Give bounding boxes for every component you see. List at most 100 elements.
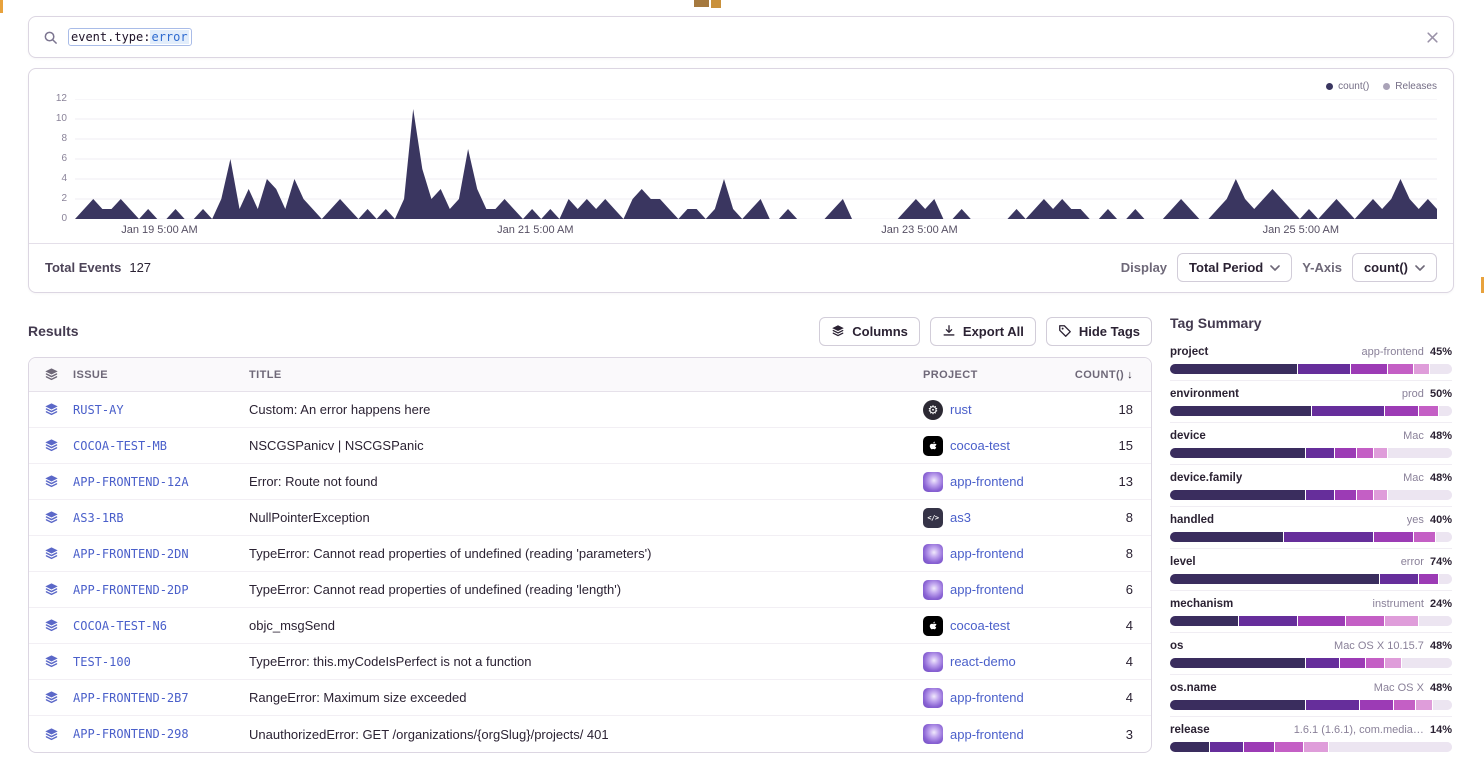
project-link[interactable]: cocoa-test: [950, 618, 1010, 633]
tag-distribution-bar[interactable]: [1170, 742, 1452, 752]
tag-segment[interactable]: [1170, 700, 1305, 710]
tag-distribution-bar[interactable]: [1170, 532, 1452, 542]
clear-search-icon[interactable]: [1426, 31, 1439, 44]
col-header-project[interactable]: PROJECT: [923, 369, 1055, 381]
project-link[interactable]: rust: [950, 402, 972, 417]
project-link[interactable]: app-frontend: [950, 727, 1024, 742]
tag-segment[interactable]: [1311, 406, 1384, 416]
issue-link[interactable]: APP-FRONTEND-298: [73, 727, 249, 741]
tag-segment[interactable]: [1305, 700, 1359, 710]
tag-segment[interactable]: [1170, 574, 1379, 584]
tag-segment[interactable]: [1365, 658, 1385, 668]
project-link[interactable]: app-frontend: [950, 690, 1024, 705]
issue-link[interactable]: APP-FRONTEND-2B7: [73, 691, 249, 705]
tag-segment[interactable]: [1373, 532, 1412, 542]
tag-segment[interactable]: [1334, 448, 1357, 458]
issue-link[interactable]: COCOA-TEST-N6: [73, 619, 249, 633]
col-header-issue[interactable]: ISSUE: [73, 369, 249, 381]
tag-segment[interactable]: [1356, 490, 1373, 500]
tag-distribution-bar[interactable]: [1170, 364, 1452, 374]
export-all-button[interactable]: Export All: [930, 317, 1036, 346]
project-link[interactable]: as3: [950, 510, 971, 525]
issue-link[interactable]: APP-FRONTEND-2DP: [73, 583, 249, 597]
tag-segment[interactable]: [1350, 364, 1387, 374]
yaxis-select[interactable]: count(): [1352, 253, 1437, 282]
issue-link[interactable]: TEST-100: [73, 655, 249, 669]
hide-tags-button[interactable]: Hide Tags: [1046, 317, 1152, 346]
tag-segment[interactable]: [1418, 574, 1438, 584]
tag-segment[interactable]: [1345, 616, 1384, 626]
tag-segment[interactable]: [1432, 700, 1452, 710]
tag-segment[interactable]: [1435, 532, 1452, 542]
columns-button[interactable]: Columns: [819, 317, 920, 346]
tag-segment[interactable]: [1384, 406, 1418, 416]
tag-segment[interactable]: [1170, 742, 1209, 752]
tag-segment[interactable]: [1418, 616, 1452, 626]
tag-segment[interactable]: [1283, 532, 1373, 542]
tag-segment[interactable]: [1297, 616, 1345, 626]
tag-segment[interactable]: [1170, 364, 1297, 374]
project-link[interactable]: app-frontend: [950, 474, 1024, 489]
tag-segment[interactable]: [1387, 490, 1452, 500]
tag-segment[interactable]: [1438, 574, 1452, 584]
tag-segment[interactable]: [1438, 406, 1452, 416]
tag-segment[interactable]: [1170, 406, 1311, 416]
tag-segment[interactable]: [1401, 658, 1452, 668]
tag-segment[interactable]: [1334, 490, 1357, 500]
tag-segment[interactable]: [1413, 364, 1430, 374]
tag-distribution-bar[interactable]: [1170, 406, 1452, 416]
tag-segment[interactable]: [1170, 532, 1283, 542]
tag-segment[interactable]: [1297, 364, 1351, 374]
tag-segment[interactable]: [1373, 490, 1387, 500]
tag-segment[interactable]: [1356, 448, 1373, 458]
tag-segment[interactable]: [1305, 490, 1333, 500]
project-link[interactable]: react-demo: [950, 654, 1016, 669]
project-link[interactable]: app-frontend: [950, 582, 1024, 597]
issue-link[interactable]: APP-FRONTEND-2DN: [73, 547, 249, 561]
issue-link[interactable]: RUST-AY: [73, 403, 249, 417]
tag-segment[interactable]: [1418, 406, 1438, 416]
tag-distribution-bar[interactable]: [1170, 700, 1452, 710]
tag-segment[interactable]: [1305, 658, 1339, 668]
tag-distribution-bar[interactable]: [1170, 448, 1452, 458]
tag-segment[interactable]: [1170, 658, 1305, 668]
tag-segment[interactable]: [1274, 742, 1302, 752]
tag-distribution-bar[interactable]: [1170, 574, 1452, 584]
tag-segment[interactable]: [1170, 448, 1305, 458]
tag-distribution-bar[interactable]: [1170, 658, 1452, 668]
tag-segment[interactable]: [1303, 742, 1328, 752]
tag-segment[interactable]: [1387, 364, 1412, 374]
col-header-title[interactable]: TITLE: [249, 369, 923, 381]
tag-segment[interactable]: [1339, 658, 1364, 668]
chart-plot[interactable]: [75, 99, 1437, 219]
tag-segment[interactable]: [1170, 616, 1238, 626]
legend-item[interactable]: count(): [1326, 79, 1369, 93]
col-header-count[interactable]: COUNT()↓: [1055, 369, 1151, 381]
tag-segment[interactable]: [1373, 448, 1387, 458]
tag-distribution-bar[interactable]: [1170, 616, 1452, 626]
search-query-token[interactable]: event.type:error: [68, 28, 192, 46]
search-bar[interactable]: event.type:error: [28, 16, 1454, 58]
tag-segment[interactable]: [1393, 700, 1416, 710]
tag-distribution-bar[interactable]: [1170, 490, 1452, 500]
display-select[interactable]: Total Period: [1177, 253, 1292, 282]
tag-segment[interactable]: [1387, 448, 1452, 458]
tag-segment[interactable]: [1209, 742, 1243, 752]
tag-segment[interactable]: [1413, 532, 1436, 542]
tag-segment[interactable]: [1415, 700, 1432, 710]
legend-item[interactable]: Releases: [1383, 79, 1437, 93]
project-link[interactable]: app-frontend: [950, 546, 1024, 561]
tag-segment[interactable]: [1379, 574, 1418, 584]
tag-segment[interactable]: [1429, 364, 1452, 374]
tag-segment[interactable]: [1384, 616, 1418, 626]
tag-segment[interactable]: [1238, 616, 1297, 626]
project-link[interactable]: cocoa-test: [950, 438, 1010, 453]
tag-segment[interactable]: [1384, 658, 1401, 668]
issue-link[interactable]: APP-FRONTEND-12A: [73, 475, 249, 489]
issue-link[interactable]: AS3-1RB: [73, 511, 249, 525]
tag-segment[interactable]: [1305, 448, 1333, 458]
tag-segment[interactable]: [1359, 700, 1393, 710]
tag-segment[interactable]: [1170, 490, 1305, 500]
issue-link[interactable]: COCOA-TEST-MB: [73, 439, 249, 453]
tag-segment[interactable]: [1243, 742, 1274, 752]
